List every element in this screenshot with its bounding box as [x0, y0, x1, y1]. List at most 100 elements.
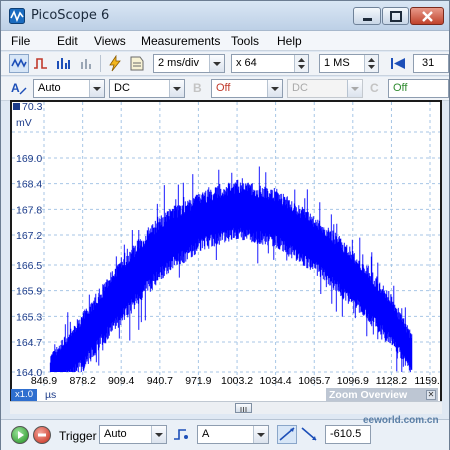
close-icon[interactable]: ✕	[426, 390, 436, 400]
persistence-mode-icon	[34, 58, 47, 69]
chevron-down-icon	[89, 80, 104, 97]
rising-edge-icon	[279, 427, 295, 441]
y-tick-label: 164.7	[16, 337, 42, 349]
lightning-icon	[109, 54, 121, 72]
chevron-down-icon	[267, 80, 282, 97]
buffer-capture-field[interactable]: 31	[413, 54, 449, 73]
start-button[interactable]	[11, 426, 29, 444]
x-tick-label: 1003.2	[221, 375, 253, 387]
channel-c-button[interactable]: C	[367, 79, 387, 98]
timebase-select[interactable]: 2 ms/div	[153, 54, 225, 73]
y-tick-label: 167.8	[16, 204, 42, 216]
channel-a-range-select[interactable]: Auto	[33, 79, 105, 98]
falling-edge-button[interactable]	[299, 425, 319, 444]
menu-file[interactable]: File	[11, 34, 30, 48]
channel-a-button[interactable]: A	[9, 79, 29, 98]
maximize-button[interactable]	[382, 7, 409, 25]
y-tick-label: 166.5	[16, 260, 42, 272]
math-channel-button[interactable]	[77, 54, 97, 73]
trigger-source-select[interactable]: A	[197, 425, 269, 444]
channel-a-range-value: Auto	[38, 82, 61, 94]
zoom-spinner[interactable]: x 64	[231, 54, 309, 73]
trigger-mode-select[interactable]: Auto	[99, 425, 167, 444]
svg-text:A: A	[11, 81, 20, 95]
window-title: PicoScope 6	[31, 8, 110, 23]
stop-icon	[38, 433, 46, 437]
menu-measurements[interactable]: Measurements	[141, 34, 220, 48]
advanced-trigger-button[interactable]	[171, 425, 191, 444]
svg-text:B: B	[193, 81, 202, 95]
channel-b-coupling-select[interactable]: DC	[287, 79, 363, 98]
channel-b-range-value: Off	[216, 82, 231, 94]
svg-text:C: C	[370, 81, 379, 95]
title-bar: PicoScope 6	[1, 1, 449, 31]
chevron-down-icon	[169, 80, 184, 97]
grip-icon	[240, 407, 247, 412]
trigger-edge-icon	[174, 429, 188, 440]
chevron-down-icon	[151, 426, 166, 443]
horizontal-scrollbar[interactable]	[10, 401, 442, 414]
chart-disabled-icon	[81, 59, 91, 69]
y-tick-label: 165.9	[16, 286, 42, 298]
auto-setup-button[interactable]	[105, 54, 125, 73]
spectrum-mode-button[interactable]	[53, 54, 73, 73]
trace-channel-a	[49, 166, 413, 372]
y-tick-label: 168.4	[16, 179, 42, 191]
scrollbar-thumb[interactable]	[235, 403, 252, 413]
trigger-level-value: -610.5	[330, 428, 362, 440]
close-button[interactable]	[410, 7, 444, 25]
spectrum-mode-icon	[57, 58, 70, 69]
scope-mode-button[interactable]	[9, 54, 29, 73]
persistence-mode-button[interactable]	[31, 54, 51, 73]
channel-a-coupling-select[interactable]: DC	[109, 79, 185, 98]
watermark: eeworld.com.cn	[363, 415, 439, 426]
y-tick-label: 169.0	[16, 153, 42, 165]
trigger-level-field[interactable]: -610.5	[325, 425, 371, 444]
stop-button[interactable]	[33, 426, 51, 444]
maximize-icon	[390, 11, 402, 22]
y-axis-unit: mV	[16, 117, 32, 129]
channel-b-icon: B	[193, 81, 202, 95]
channel-options-button[interactable]	[127, 54, 147, 73]
scope-view[interactable]: 70.3 169.0 168.4 167.8 167.2 166.5 165.9 165.3 1…	[10, 100, 442, 414]
zoom-overview-panel[interactable]: Zoom Overview ✕	[326, 388, 438, 402]
x-tick-label: 909.4	[108, 375, 134, 387]
minimize-button[interactable]	[353, 7, 381, 25]
channel-c-range-select[interactable]: Off	[388, 79, 449, 98]
menu-edit[interactable]: Edit	[57, 34, 78, 48]
y-tick-label: 70.3	[22, 102, 43, 113]
trace-line	[49, 166, 413, 372]
chevron-down-icon	[253, 426, 268, 443]
y-tick-label: 167.2	[16, 230, 42, 242]
scope-mode-icon	[11, 58, 27, 68]
trigger-label: Trigger	[59, 429, 97, 443]
menu-bar: File Edit Views Measurements Tools Help	[1, 31, 449, 51]
rising-edge-button[interactable]	[277, 425, 297, 444]
samples-spinner[interactable]: 1 MS	[319, 54, 379, 73]
menu-help[interactable]: Help	[277, 34, 302, 48]
play-icon	[18, 431, 24, 439]
channel-b-button[interactable]: B	[190, 79, 210, 98]
chevron-down-icon	[209, 55, 224, 72]
capture-count-value: 31	[422, 57, 435, 69]
channel-b-range-select[interactable]: Off	[211, 79, 283, 98]
timebase-value: 2 ms/div	[158, 57, 199, 69]
minimize-icon	[363, 18, 372, 21]
trigger-source-value: A	[202, 428, 210, 440]
zoom-overview-title: Zoom Overview	[329, 389, 408, 401]
picoscope-window: PicoScope 6 File Edit Views Measurements…	[0, 0, 450, 450]
menu-tools[interactable]: Tools	[231, 34, 259, 48]
zoom-value: x 64	[236, 57, 257, 69]
x-tick-label: 1159.4	[414, 375, 440, 387]
spinner-arrows-icon	[294, 55, 308, 72]
x-tick-label: 1096.9	[337, 375, 369, 387]
menu-views[interactable]: Views	[94, 34, 126, 48]
channel-c-range-value: Off	[393, 82, 408, 94]
channel-a-coupling-value: DC	[114, 82, 130, 94]
chevron-down-icon	[347, 80, 362, 97]
go-to-first-button[interactable]	[387, 54, 409, 73]
channel-toolbar: A Auto DC B Off DC C Off	[1, 77, 449, 101]
trigger-mode-value: Auto	[104, 428, 127, 440]
x-tick-label: 971.9	[185, 375, 211, 387]
skip-back-icon	[391, 58, 405, 69]
